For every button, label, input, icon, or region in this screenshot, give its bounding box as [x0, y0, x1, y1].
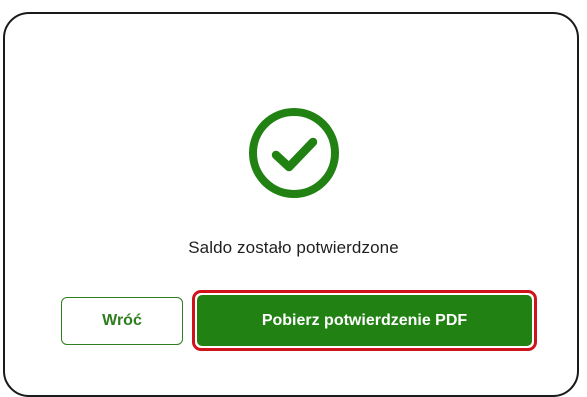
- confirmation-message: Saldo zostało potwierdzone: [188, 238, 399, 257]
- back-button[interactable]: Wróć: [61, 297, 183, 345]
- download-pdf-button[interactable]: Pobierz potwierdzenie PDF: [197, 295, 532, 346]
- check-circle-icon: [247, 106, 341, 200]
